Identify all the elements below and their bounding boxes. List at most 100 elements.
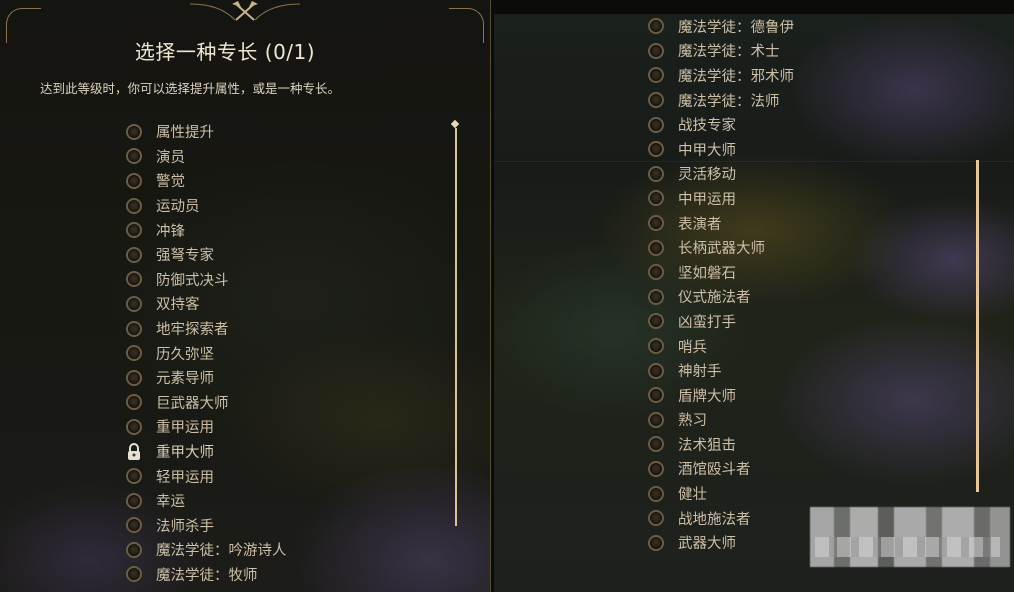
feat-option[interactable]: 灵活移动 (648, 162, 794, 187)
feat-option[interactable]: 健壮 (648, 481, 794, 506)
radio-circle-icon[interactable] (126, 394, 142, 411)
radio-circle-icon[interactable] (126, 148, 142, 165)
feat-option[interactable]: 魔法学徒：邪术师 (648, 63, 794, 88)
radio-circle-icon[interactable] (126, 418, 142, 435)
feat-option[interactable]: 法术狙击 (648, 432, 794, 457)
feat-option-label: 灵活移动 (678, 167, 736, 184)
feat-option[interactable]: 历久弥坚 (126, 341, 287, 366)
feat-option-label: 长柄武器大师 (678, 241, 765, 258)
radio-circle-icon[interactable] (648, 141, 664, 158)
feat-option[interactable]: 中甲运用 (648, 186, 794, 211)
radio-circle-icon[interactable] (648, 534, 664, 551)
radio-circle-icon[interactable] (648, 18, 664, 35)
radio-circle-icon[interactable] (126, 369, 142, 386)
feat-option[interactable]: 冲锋 (126, 218, 287, 243)
feat-option[interactable]: 表演者 (648, 211, 794, 236)
feat-option[interactable]: 双持客 (126, 292, 287, 317)
feat-option[interactable]: 魔法学徒：法师 (648, 88, 794, 113)
feat-option[interactable]: 魔法学徒：牧师 (126, 562, 287, 587)
radio-circle-icon[interactable] (126, 271, 142, 288)
feat-option-label: 表演者 (678, 216, 722, 233)
panel-top-band (494, 0, 1014, 14)
feat-option-label: 盾牌大师 (678, 388, 736, 405)
feat-option: 重甲大师 (126, 439, 287, 464)
radio-circle-icon[interactable] (126, 172, 142, 189)
radio-circle-icon[interactable] (648, 485, 664, 502)
feat-option[interactable]: 演员 (126, 144, 287, 169)
radio-circle-icon[interactable] (648, 165, 664, 182)
radio-circle-icon[interactable] (648, 313, 664, 330)
feat-option-label: 运动员 (156, 199, 200, 216)
feat-option[interactable]: 盾牌大师 (648, 383, 794, 408)
feat-option[interactable]: 魔法学徒：德鲁伊 (648, 14, 794, 39)
feat-option[interactable]: 战技专家 (648, 112, 794, 137)
radio-circle-icon[interactable] (126, 517, 142, 534)
feat-option[interactable]: 巨武器大师 (126, 390, 287, 415)
radio-circle-icon[interactable] (648, 362, 664, 379)
feat-option[interactable]: 法师杀手 (126, 513, 287, 538)
feat-option[interactable]: 战地施法者 (648, 506, 794, 531)
feat-option-label: 警觉 (156, 174, 185, 191)
radio-circle-icon[interactable] (126, 246, 142, 263)
radio-circle-icon[interactable] (648, 67, 664, 84)
feat-option[interactable]: 运动员 (126, 193, 287, 218)
radio-circle-icon[interactable] (126, 320, 142, 337)
radio-circle-icon[interactable] (648, 116, 664, 133)
radio-circle-icon[interactable] (126, 566, 142, 583)
feat-option[interactable]: 中甲大师 (648, 137, 794, 162)
scrollbar-left[interactable] (455, 128, 457, 526)
radio-circle-icon[interactable] (648, 436, 664, 453)
radio-circle-icon[interactable] (648, 338, 664, 355)
feat-option[interactable]: 酒馆殴斗者 (648, 457, 794, 482)
radio-circle-icon[interactable] (648, 411, 664, 428)
feat-option-label: 神射手 (678, 364, 722, 381)
radio-circle-icon[interactable] (648, 264, 664, 281)
radio-circle-icon[interactable] (126, 541, 142, 558)
feat-option[interactable]: 幸运 (126, 488, 287, 513)
radio-circle-icon[interactable] (648, 215, 664, 232)
feat-option[interactable]: 地牢探索者 (126, 316, 287, 341)
feat-option[interactable]: 魔法学徒：吟游诗人 (126, 538, 287, 563)
feat-option-label: 强弩专家 (156, 248, 214, 265)
radio-circle-icon[interactable] (648, 510, 664, 527)
feat-option[interactable]: 神射手 (648, 358, 794, 383)
crossed-axes-icon (190, 1, 300, 21)
feat-option-label: 哨兵 (678, 339, 707, 356)
radio-circle-icon[interactable] (648, 460, 664, 477)
feat-option[interactable]: 重甲运用 (126, 415, 287, 440)
feat-option[interactable]: 防御式决斗 (126, 267, 287, 292)
radio-circle-icon[interactable] (648, 288, 664, 305)
feat-option[interactable]: 长柄武器大师 (648, 235, 794, 260)
scrollbar-right[interactable] (976, 160, 979, 492)
feat-option-label: 轻甲运用 (156, 469, 214, 486)
feat-option[interactable]: 警觉 (126, 169, 287, 194)
feat-option-label: 战地施法者 (678, 511, 751, 528)
radio-circle-icon[interactable] (648, 387, 664, 404)
feat-option[interactable]: 坚如磐石 (648, 260, 794, 285)
radio-circle-icon[interactable] (126, 222, 142, 239)
radio-circle-icon[interactable] (126, 345, 142, 362)
radio-circle-icon[interactable] (126, 123, 142, 140)
feat-option[interactable]: 元素导师 (126, 365, 287, 390)
radio-circle-icon[interactable] (648, 42, 664, 59)
feat-option[interactable]: 凶蛮打手 (648, 309, 794, 334)
feat-option-label: 魔法学徒：牧师 (156, 567, 258, 584)
radio-circle-icon[interactable] (648, 239, 664, 256)
radio-circle-icon[interactable] (126, 295, 142, 312)
feat-list-right: 魔法学徒：德鲁伊 魔法学徒：术士 魔法学徒：邪术师 魔法学徒：法师 战技专家 中甲大师灵活… (648, 14, 794, 555)
radio-circle-icon[interactable] (648, 92, 664, 109)
feat-option[interactable]: 武器大师 (648, 530, 794, 555)
feat-option[interactable]: 属性提升 (126, 120, 287, 145)
radio-circle-icon[interactable] (126, 197, 142, 214)
feat-option[interactable]: 仪式施法者 (648, 285, 794, 310)
feat-option-label: 双持客 (156, 297, 200, 314)
feat-option[interactable]: 轻甲运用 (126, 464, 287, 489)
padlock-icon (128, 442, 140, 460)
radio-circle-icon[interactable] (126, 492, 142, 509)
feat-option[interactable]: 魔法学徒：术士 (648, 39, 794, 64)
feat-option[interactable]: 哨兵 (648, 334, 794, 359)
feat-option[interactable]: 熟习 (648, 408, 794, 433)
feat-option[interactable]: 强弩专家 (126, 242, 287, 267)
radio-circle-icon[interactable] (648, 190, 664, 207)
radio-circle-icon[interactable] (126, 468, 142, 485)
